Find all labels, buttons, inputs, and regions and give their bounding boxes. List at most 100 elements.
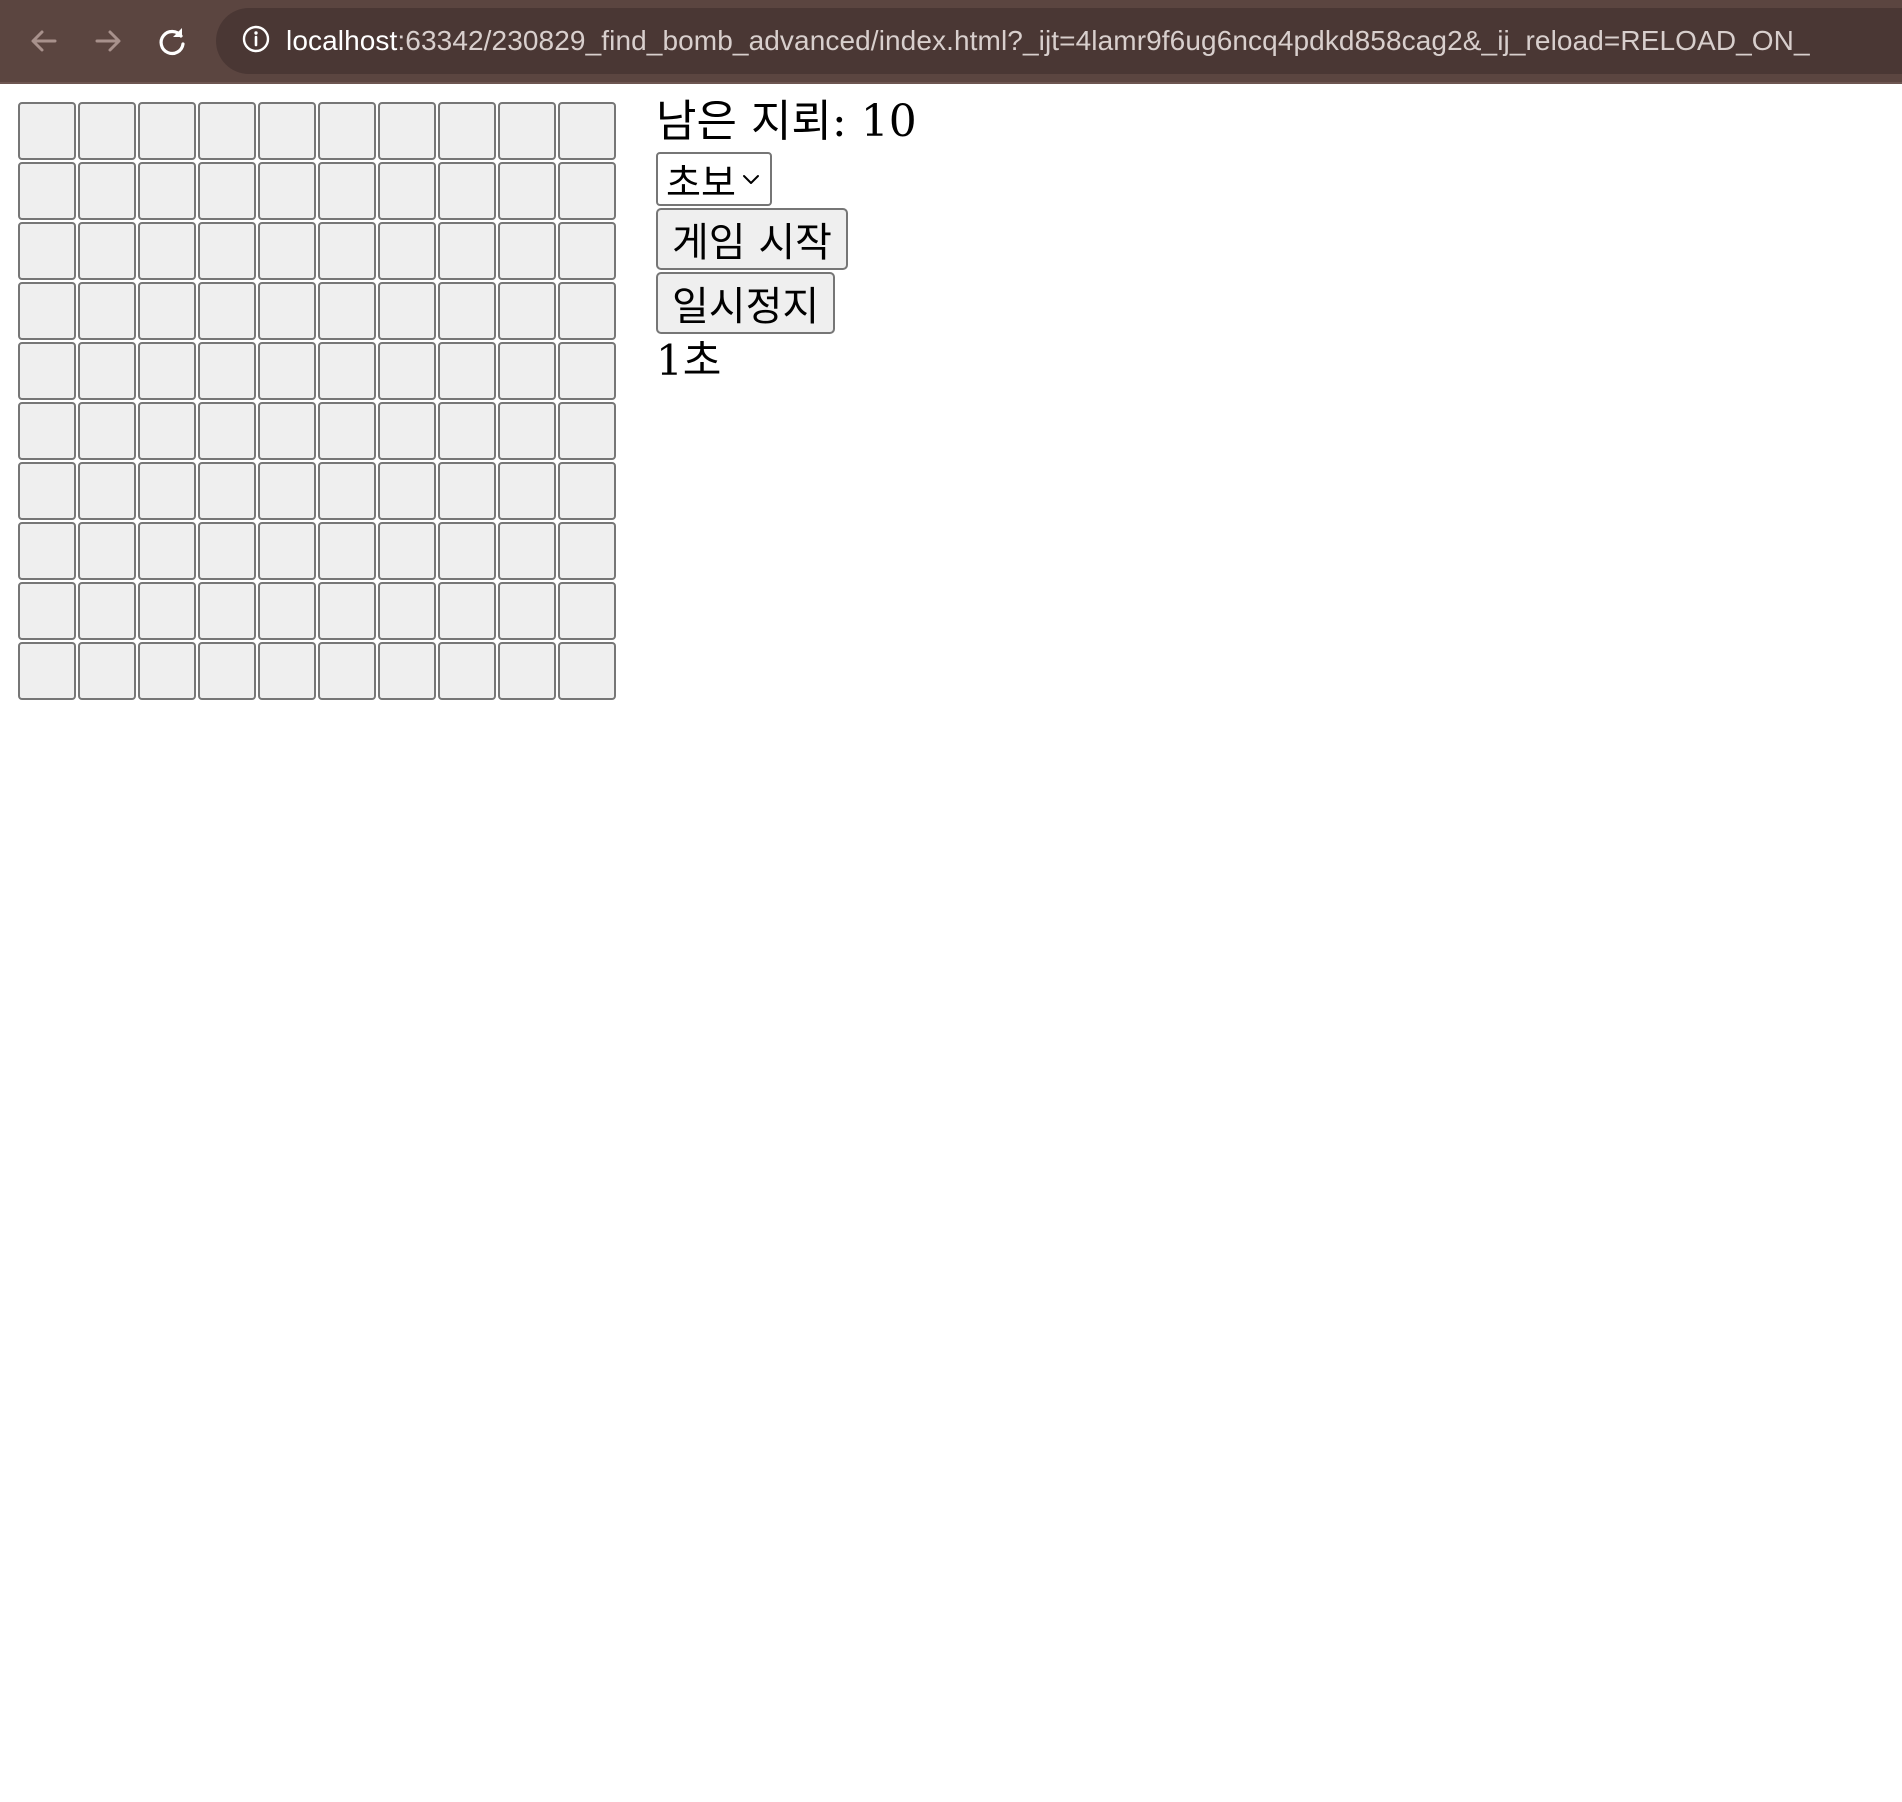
- board-cell[interactable]: [318, 642, 376, 700]
- board-cell[interactable]: [438, 162, 496, 220]
- board-cell[interactable]: [18, 162, 76, 220]
- board-cell[interactable]: [18, 522, 76, 580]
- board-cell[interactable]: [558, 402, 616, 460]
- board-cell[interactable]: [498, 462, 556, 520]
- board-cell[interactable]: [438, 522, 496, 580]
- board-cell[interactable]: [498, 162, 556, 220]
- board-cell[interactable]: [378, 582, 436, 640]
- board-cell[interactable]: [198, 222, 256, 280]
- board-cell[interactable]: [258, 582, 316, 640]
- board-cell[interactable]: [498, 222, 556, 280]
- board-cell[interactable]: [198, 102, 256, 160]
- board-cell[interactable]: [78, 582, 136, 640]
- board-cell[interactable]: [18, 102, 76, 160]
- board-cell[interactable]: [378, 102, 436, 160]
- start-game-button[interactable]: 게임 시작: [656, 208, 848, 270]
- board-cell[interactable]: [318, 162, 376, 220]
- board-cell[interactable]: [78, 282, 136, 340]
- board-cell[interactable]: [558, 282, 616, 340]
- board-cell[interactable]: [198, 282, 256, 340]
- board-cell[interactable]: [258, 642, 316, 700]
- board-cell[interactable]: [138, 222, 196, 280]
- board-cell[interactable]: [198, 402, 256, 460]
- board-cell[interactable]: [558, 642, 616, 700]
- board-cell[interactable]: [198, 582, 256, 640]
- board-cell[interactable]: [378, 342, 436, 400]
- board-cell[interactable]: [78, 402, 136, 460]
- board-cell[interactable]: [258, 402, 316, 460]
- board-cell[interactable]: [438, 402, 496, 460]
- address-bar[interactable]: localhost:63342/230829_find_bomb_advance…: [216, 8, 1902, 74]
- board-cell[interactable]: [138, 282, 196, 340]
- board-cell[interactable]: [438, 642, 496, 700]
- site-info-button[interactable]: [236, 21, 276, 61]
- board-cell[interactable]: [318, 462, 376, 520]
- board-cell[interactable]: [18, 342, 76, 400]
- board-cell[interactable]: [378, 642, 436, 700]
- board-cell[interactable]: [558, 342, 616, 400]
- board-cell[interactable]: [558, 522, 616, 580]
- board-cell[interactable]: [558, 162, 616, 220]
- board-cell[interactable]: [378, 162, 436, 220]
- board-cell[interactable]: [378, 222, 436, 280]
- board-cell[interactable]: [258, 282, 316, 340]
- back-button[interactable]: [20, 17, 68, 65]
- board-cell[interactable]: [258, 462, 316, 520]
- board-cell[interactable]: [138, 642, 196, 700]
- board-cell[interactable]: [438, 342, 496, 400]
- board-cell[interactable]: [258, 102, 316, 160]
- board-cell[interactable]: [258, 342, 316, 400]
- board-cell[interactable]: [498, 342, 556, 400]
- difficulty-select[interactable]: 초보: [656, 152, 772, 206]
- board-cell[interactable]: [498, 402, 556, 460]
- board-cell[interactable]: [558, 462, 616, 520]
- board-cell[interactable]: [78, 222, 136, 280]
- pause-button[interactable]: 일시정지: [656, 272, 836, 334]
- board-cell[interactable]: [138, 162, 196, 220]
- board-cell[interactable]: [318, 522, 376, 580]
- board-cell[interactable]: [258, 162, 316, 220]
- board-cell[interactable]: [558, 222, 616, 280]
- board-cell[interactable]: [498, 282, 556, 340]
- board-cell[interactable]: [438, 222, 496, 280]
- board-cell[interactable]: [18, 222, 76, 280]
- board-cell[interactable]: [78, 342, 136, 400]
- board-cell[interactable]: [378, 522, 436, 580]
- board-cell[interactable]: [78, 522, 136, 580]
- forward-button[interactable]: [84, 17, 132, 65]
- board-cell[interactable]: [18, 642, 76, 700]
- board-cell[interactable]: [198, 522, 256, 580]
- board-cell[interactable]: [498, 522, 556, 580]
- board-cell[interactable]: [438, 102, 496, 160]
- board-cell[interactable]: [138, 582, 196, 640]
- board-cell[interactable]: [258, 522, 316, 580]
- board-cell[interactable]: [318, 102, 376, 160]
- board-cell[interactable]: [78, 162, 136, 220]
- board-cell[interactable]: [138, 462, 196, 520]
- board-cell[interactable]: [438, 582, 496, 640]
- board-cell[interactable]: [198, 642, 256, 700]
- board-cell[interactable]: [78, 102, 136, 160]
- board-cell[interactable]: [498, 102, 556, 160]
- board-cell[interactable]: [318, 222, 376, 280]
- board-cell[interactable]: [138, 402, 196, 460]
- board-cell[interactable]: [198, 162, 256, 220]
- board-cell[interactable]: [198, 342, 256, 400]
- board-cell[interactable]: [318, 342, 376, 400]
- board-cell[interactable]: [378, 402, 436, 460]
- board-cell[interactable]: [498, 642, 556, 700]
- board-cell[interactable]: [378, 462, 436, 520]
- board-cell[interactable]: [498, 582, 556, 640]
- board-cell[interactable]: [138, 102, 196, 160]
- board-cell[interactable]: [318, 282, 376, 340]
- board-cell[interactable]: [78, 462, 136, 520]
- board-cell[interactable]: [78, 642, 136, 700]
- board-cell[interactable]: [378, 282, 436, 340]
- board-cell[interactable]: [318, 582, 376, 640]
- board-cell[interactable]: [138, 342, 196, 400]
- board-cell[interactable]: [198, 462, 256, 520]
- board-cell[interactable]: [18, 282, 76, 340]
- board-cell[interactable]: [18, 462, 76, 520]
- board-cell[interactable]: [318, 402, 376, 460]
- board-cell[interactable]: [138, 522, 196, 580]
